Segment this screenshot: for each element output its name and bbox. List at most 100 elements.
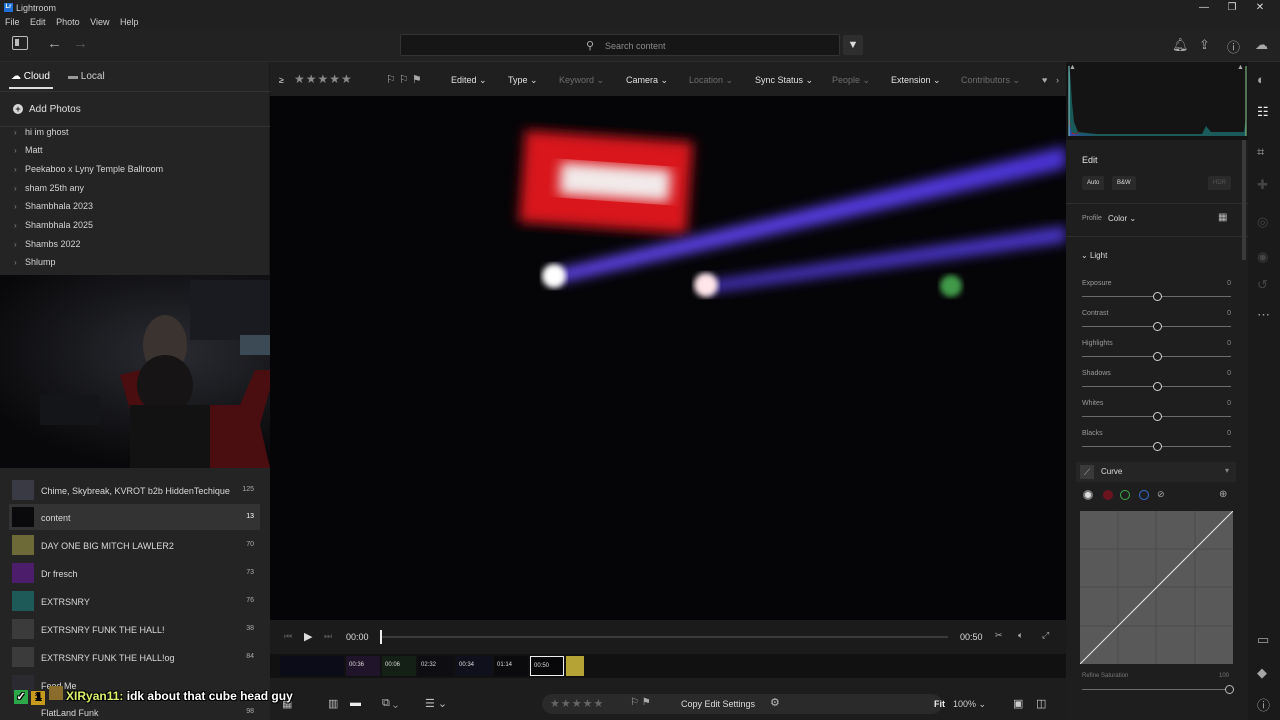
people-filter[interactable]: People ⌄	[832, 75, 870, 86]
curve-channel-green[interactable]	[1120, 490, 1130, 500]
rating-stars[interactable]: ★★★★★	[550, 697, 604, 710]
restore-icon[interactable]: ❐	[1222, 1, 1242, 14]
blacks-value[interactable]: 0	[1227, 430, 1231, 437]
crop-icon[interactable]: ⌗	[1257, 144, 1264, 160]
album-item[interactable]: › hi im ghost	[14, 127, 69, 137]
curve-channel-blue[interactable]	[1139, 490, 1149, 500]
refine-saturation-slider[interactable]	[1082, 689, 1231, 690]
bell-icon[interactable]: 🔔︎	[1172, 37, 1189, 53]
refine-saturation-knob[interactable]	[1225, 685, 1234, 694]
menu-file[interactable]: File	[5, 15, 20, 29]
list-item[interactable]: EXTRSNRY FUNK THE HALL!og 84	[9, 644, 260, 670]
heart-icon[interactable]: ♥	[1042, 75, 1047, 85]
light-section-header[interactable]: ⌄ Light	[1081, 251, 1107, 260]
flag-filter-icons[interactable]: ⚐ ⚐ ⚑	[386, 73, 422, 86]
skip-forward-icon[interactable]: ⏭	[324, 631, 332, 642]
fit-zoom[interactable]: Fit	[934, 699, 945, 709]
camera-filter[interactable]: Camera ⌄	[626, 75, 668, 86]
cloud-sync-icon[interactable]: ☁	[1255, 37, 1268, 53]
edit-panel-scrollbar[interactable]	[1242, 140, 1246, 260]
compare-icon[interactable]: ⧉ ⌄	[382, 697, 398, 710]
square-grid-icon[interactable]: ▥	[328, 697, 338, 710]
play-icon[interactable]: ▶	[304, 630, 312, 643]
split-view-icon[interactable]: ◫	[1036, 697, 1046, 710]
list-item[interactable]: Chime, Skybreak, KVROT b2b HiddenTechiqu…	[9, 477, 260, 503]
filmstrip-thumb[interactable]: 00:06	[382, 656, 416, 676]
bw-button[interactable]: B&W	[1112, 176, 1136, 190]
list-item[interactable]: EXTRSNRY FUNK THE HALL! 38	[9, 616, 260, 642]
copy-edit-settings-button[interactable]: Copy Edit Settings	[681, 699, 755, 709]
whites-knob[interactable]	[1153, 412, 1162, 421]
album-item[interactable]: › Shambs 2022	[14, 239, 81, 249]
info-circle-icon[interactable]: ⓘ	[1257, 695, 1270, 714]
curve-channel-red[interactable]	[1103, 490, 1113, 500]
profile-browser-icon[interactable]: ▦	[1218, 212, 1227, 223]
sync-status-filter[interactable]: Sync Status ⌄	[755, 75, 813, 86]
add-photos-button[interactable]: + Add Photos	[13, 104, 81, 115]
volume-icon[interactable]: 🔈︎	[1018, 630, 1023, 641]
list-item[interactable]: Dr fresch 73	[9, 560, 260, 586]
search-input[interactable]: ⚲ Search content	[400, 34, 840, 56]
detail-view-icon[interactable]: ▬	[350, 697, 361, 709]
edited-filter[interactable]: Edited ⌄	[451, 75, 487, 86]
info-icon[interactable]: ◐	[1257, 72, 1265, 87]
filmstrip-thumb[interactable]: 00:36	[346, 656, 380, 676]
contributors-filter[interactable]: Contributors ⌄	[961, 75, 1020, 86]
parametric-curve-icon[interactable]: ⊘	[1157, 489, 1165, 500]
curve-section-header[interactable]: ⟋ Curve ▾	[1076, 462, 1236, 482]
type-filter[interactable]: Type ⌄	[508, 75, 538, 86]
clipping-left-icon[interactable]: ▲	[1069, 64, 1076, 71]
list-item[interactable]: content 13	[9, 504, 260, 530]
highlights-knob[interactable]	[1153, 352, 1162, 361]
menu-view[interactable]: View	[90, 15, 109, 29]
shadows-value[interactable]: 0	[1227, 370, 1231, 377]
share-icon[interactable]: ⇪	[1199, 37, 1210, 53]
before-after-icon[interactable]: ▣	[1013, 697, 1023, 710]
album-item[interactable]: › Shambhala 2023	[14, 201, 93, 211]
rating-filter-stars[interactable]: ★★★★★	[294, 72, 353, 86]
contrast-value[interactable]: 0	[1227, 310, 1231, 317]
rating-comparator[interactable]: ≥	[279, 75, 284, 85]
forward-arrow-icon[interactable]: →	[73, 35, 88, 52]
help-icon[interactable]: ⓘ	[1227, 37, 1240, 56]
tone-curve[interactable]	[1079, 510, 1234, 665]
flag-icons[interactable]: ⚐ ⚑	[630, 697, 651, 708]
highlights-value[interactable]: 0	[1227, 340, 1231, 347]
extension-filter[interactable]: Extension ⌄	[891, 75, 941, 86]
panel-toggle-icon[interactable]	[12, 36, 28, 50]
target-adjust-icon[interactable]: ⊕	[1219, 489, 1227, 500]
tag-icon[interactable]: ◆	[1257, 665, 1267, 681]
masking-icon[interactable]: ◎	[1257, 214, 1268, 230]
filter-icon[interactable]: ▼	[843, 35, 863, 55]
gear-icon[interactable]: ⚙	[770, 696, 780, 709]
comment-icon[interactable]: ▭	[1257, 632, 1269, 648]
edit-sliders-icon[interactable]: ☷	[1257, 104, 1269, 120]
tab-local[interactable]: ▬ Local	[68, 71, 105, 82]
filmstrip-thumb[interactable]: 01:14	[494, 656, 528, 676]
trim-icon[interactable]: ✂	[995, 630, 1003, 641]
sort-icon[interactable]: ☰ ⌄	[425, 697, 447, 710]
album-item[interactable]: › Shambhala 2025	[14, 220, 93, 230]
tab-cloud[interactable]: ☁ Cloud	[11, 71, 50, 82]
filmstrip-thumb[interactable]	[280, 656, 344, 676]
filmstrip-thumb[interactable]: 00:34	[456, 656, 492, 676]
refine-saturation-value[interactable]: 100	[1219, 673, 1229, 679]
list-item[interactable]: DAY ONE BIG MITCH LAWLER2 70	[9, 532, 260, 558]
minimize-icon[interactable]: —	[1194, 1, 1214, 14]
list-item[interactable]: EXTRSNRY 76	[9, 588, 260, 614]
clipping-right-icon[interactable]: ▲	[1237, 64, 1244, 71]
album-item[interactable]: › Peekaboo x Lyny Temple Ballroom	[14, 164, 163, 174]
album-item[interactable]: › Shlump	[14, 257, 56, 267]
scrubber-handle[interactable]	[380, 630, 382, 644]
more-icon[interactable]: ⋯	[1257, 307, 1270, 323]
auto-button[interactable]: Auto	[1082, 176, 1105, 190]
filmstrip-thumb-selected[interactable]: 00:50	[530, 656, 564, 676]
menu-edit[interactable]: Edit	[30, 15, 46, 29]
curve-channel-rgb[interactable]	[1083, 490, 1093, 500]
healing-icon[interactable]: ✚	[1257, 177, 1268, 193]
location-filter[interactable]: Location ⌄	[689, 75, 733, 86]
filmstrip-thumb[interactable]: 02:32	[418, 656, 454, 676]
filmstrip-thumb[interactable]	[566, 656, 584, 676]
keyword-filter[interactable]: Keyword ⌄	[559, 75, 604, 86]
album-item[interactable]: › Matt	[14, 145, 43, 155]
